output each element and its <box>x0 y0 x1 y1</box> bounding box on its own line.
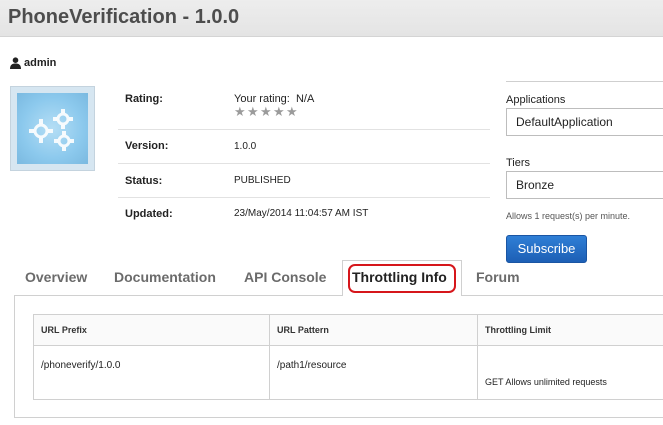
status-row: Status: PUBLISHED <box>118 164 490 198</box>
rating-label: Rating: <box>125 93 163 105</box>
api-thumbnail <box>10 86 95 171</box>
rating-row: Rating: Your rating: N/A ★ ★ ★ ★ ★ <box>118 81 490 130</box>
user-name: admin <box>24 57 57 69</box>
version-row: Version: 1.0.0 <box>118 130 490 164</box>
cell-url-prefix: /phoneverify/1.0.0 <box>41 360 121 371</box>
status-label: Status: <box>125 175 163 187</box>
cell-throttling-limit: GET Allows unlimited requests <box>485 377 607 387</box>
your-rating: Your rating: N/A <box>234 93 315 105</box>
tiers-label: Tiers <box>506 157 531 169</box>
tab-documentation[interactable]: Documentation <box>114 269 216 285</box>
tab-overview[interactable]: Overview <box>25 269 87 285</box>
tab-throttling-info[interactable]: Throttling Info <box>342 260 462 296</box>
user-icon <box>10 57 21 69</box>
version-value: 1.0.0 <box>234 141 257 152</box>
updated-value: 23/May/2014 11:04:57 AM IST <box>234 208 369 219</box>
tab-api-console[interactable]: API Console <box>244 269 326 285</box>
rating-stars[interactable]: ★ ★ ★ ★ ★ <box>234 106 298 119</box>
tier-select[interactable]: Bronze <box>506 171 663 199</box>
applications-label: Applications <box>506 94 566 106</box>
star-icon[interactable]: ★ <box>286 106 298 119</box>
header-url-prefix: URL Prefix <box>41 325 87 335</box>
title-bar: PhoneVerification - 1.0.0 <box>0 0 663 37</box>
status-value: PUBLISHED <box>234 175 291 186</box>
table-header: URL Prefix URL Pattern Throttling Limit <box>34 315 663 346</box>
header-url-pattern: URL Pattern <box>277 325 329 335</box>
tab-bar: Overview Documentation API Console Throt… <box>14 260 663 296</box>
tier-note: Allows 1 request(s) per minute. <box>506 211 631 221</box>
throttling-table: URL Prefix URL Pattern Throttling Limit … <box>33 314 663 400</box>
star-icon[interactable]: ★ <box>234 106 246 119</box>
tab-forum[interactable]: Forum <box>476 269 520 285</box>
page-title: PhoneVerification - 1.0.0 <box>8 6 240 28</box>
updated-row: Updated: 23/May/2014 11:04:57 AM IST <box>118 198 490 232</box>
gears-icon <box>29 109 74 151</box>
star-icon[interactable]: ★ <box>260 106 272 119</box>
application-select[interactable]: DefaultApplication <box>506 108 663 136</box>
user-info: admin <box>10 57 56 69</box>
subscribe-button[interactable]: Subscribe <box>506 235 587 263</box>
tab-throttling-info-label: Throttling Info <box>352 269 447 285</box>
cell-url-pattern: /path1/resource <box>277 360 347 371</box>
updated-label: Updated: <box>125 208 173 220</box>
table-row: /phoneverify/1.0.0 /path1/resource GET A… <box>34 346 663 400</box>
star-icon[interactable]: ★ <box>273 106 285 119</box>
version-label: Version: <box>125 140 169 152</box>
header-throttling-limit: Throttling Limit <box>485 325 551 335</box>
star-icon[interactable]: ★ <box>247 106 259 119</box>
